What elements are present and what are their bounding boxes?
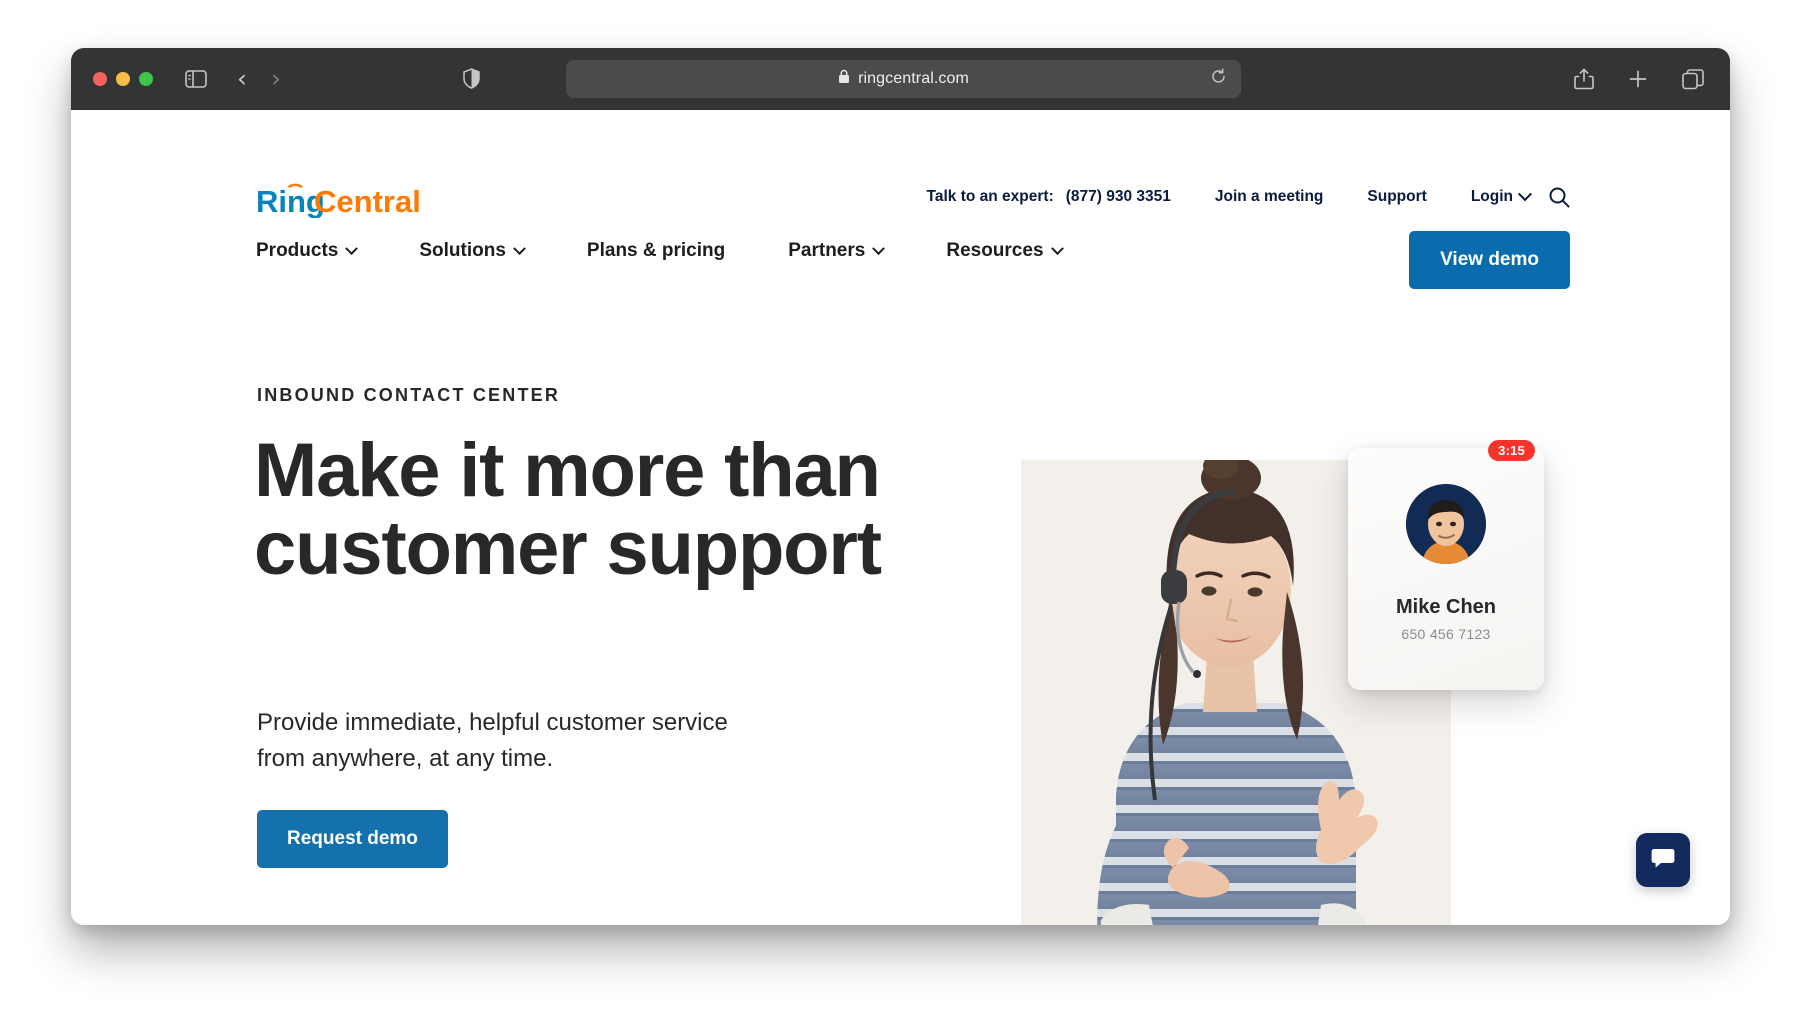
hero-eyebrow: INBOUND CONTACT CENTER bbox=[257, 385, 561, 405]
toolbar-right-actions bbox=[1574, 48, 1704, 110]
plus-icon[interactable] bbox=[1628, 69, 1648, 89]
lock-icon bbox=[838, 69, 850, 89]
forward-chevron-icon[interactable]: › bbox=[271, 66, 281, 91]
zoom-window-button[interactable] bbox=[139, 71, 153, 86]
window-controls bbox=[93, 71, 153, 86]
back-chevron-icon[interactable]: ‹ bbox=[237, 66, 247, 91]
url-text: ringcentral.com bbox=[858, 70, 969, 87]
contact-name: Mike Chen bbox=[1395, 596, 1497, 618]
privacy-shield-icon[interactable] bbox=[463, 68, 480, 89]
browser-window: ‹ › ringcentral.com Ring Central Talk to… bbox=[71, 48, 1730, 925]
tab-overview-icon[interactable] bbox=[1682, 68, 1704, 90]
hero-section: INBOUND CONTACT CENTER Make it more than… bbox=[71, 110, 1730, 925]
contact-phone: 650 456 7123 bbox=[1401, 626, 1491, 642]
request-demo-button[interactable]: Request demo bbox=[257, 810, 448, 868]
share-icon[interactable] bbox=[1574, 68, 1594, 90]
avatar bbox=[1406, 484, 1486, 564]
call-timer-badge: 3:15 bbox=[1488, 440, 1535, 461]
navigation-arrows: ‹ › bbox=[237, 66, 281, 91]
reload-icon[interactable] bbox=[1210, 68, 1227, 90]
minimize-window-button[interactable] bbox=[116, 71, 130, 86]
hero-media: 3:15 Mike Chen 650 456 7123 bbox=[1021, 400, 1544, 925]
address-bar[interactable]: ringcentral.com bbox=[566, 60, 1241, 98]
chat-bubble-icon bbox=[1650, 846, 1676, 875]
chat-widget-button[interactable] bbox=[1636, 833, 1690, 887]
sidebar-toggle-icon[interactable] bbox=[185, 69, 207, 88]
webpage-content: Ring Central Talk to an expert: (877) 93… bbox=[71, 110, 1730, 925]
browser-toolbar: ‹ › ringcentral.com bbox=[71, 48, 1730, 110]
screen: ‹ › ringcentral.com Ring Central Talk to… bbox=[0, 0, 1800, 1020]
hero-headline: Make it more than customer support bbox=[254, 428, 882, 591]
contact-card[interactable]: 3:15 Mike Chen 650 456 7123 bbox=[1348, 440, 1544, 690]
hero-subhead: Provide immediate, helpful customer serv… bbox=[257, 709, 728, 772]
close-window-button[interactable] bbox=[93, 71, 107, 86]
